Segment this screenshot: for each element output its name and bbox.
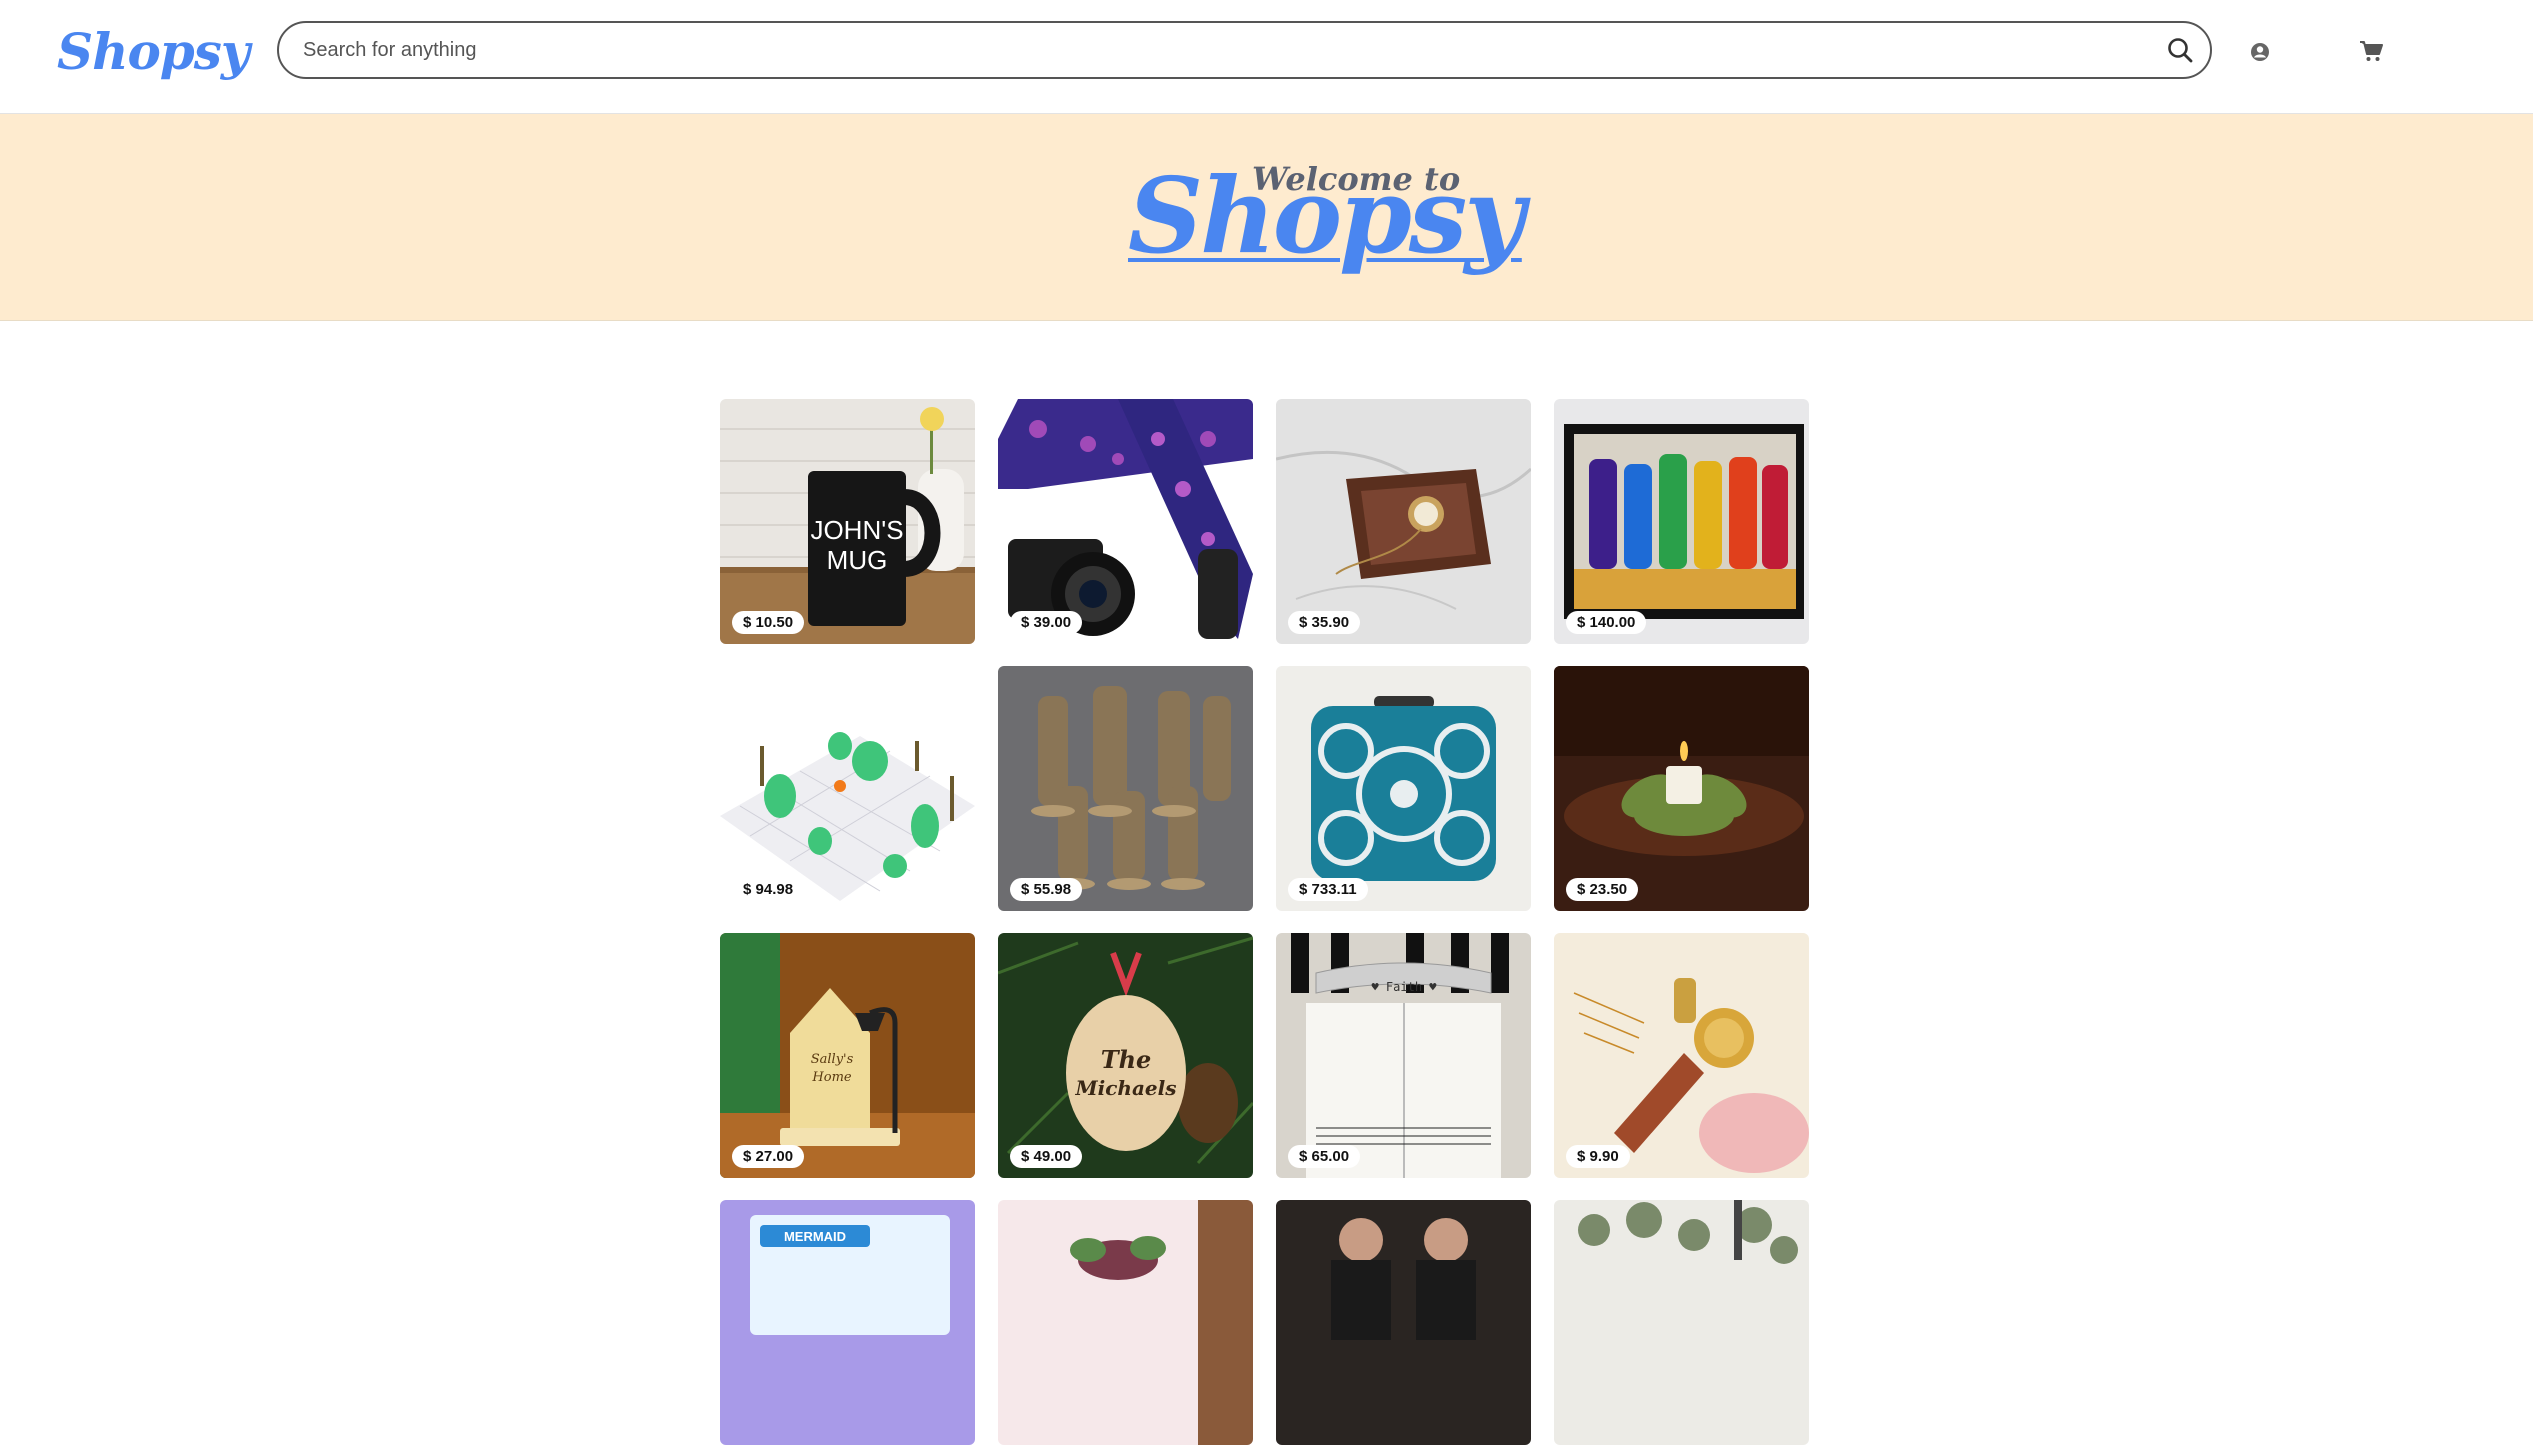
product-card[interactable]: $ 94.98: [720, 666, 975, 911]
product-card[interactable]: MERMAID: [720, 1200, 975, 1445]
product-card[interactable]: $ 35.90: [1276, 399, 1531, 644]
product-price: $ 35.90: [1288, 611, 1361, 634]
banner-brand-logo: Shopsy: [1128, 154, 1525, 277]
product-image-book-holder: ♥ Faith ♥: [1276, 933, 1531, 1178]
product-image-leather-tray: [1276, 399, 1531, 644]
svg-text:Home: Home: [811, 1070, 851, 1085]
product-image-house-lamp: Sally's Home: [720, 933, 975, 1178]
product-card[interactable]: $ 140.00: [1554, 399, 1809, 644]
product-price: $ 140.00: [1566, 611, 1647, 634]
product-price: $ 23.50: [1566, 878, 1639, 901]
product-grid: JOHN'S MUG $ 10.50 $ 39.00 $ 35.90 $ 140…: [720, 399, 1809, 1445]
product-price: $ 65.00: [1288, 1145, 1361, 1168]
product-card[interactable]: $ 39.00: [998, 399, 1253, 644]
svg-text:MUG: MUG: [827, 545, 888, 575]
svg-text:Michaels: Michaels: [1075, 1076, 1177, 1100]
product-image-miniature-terrain: [720, 666, 975, 911]
product-price: $ 94.98: [732, 878, 805, 901]
product-image-lotus-candle: [1554, 666, 1809, 911]
product-image-mermaid-box: MERMAID: [720, 1200, 975, 1445]
product-image-mug: JOHN'S MUG: [720, 399, 975, 644]
search-input[interactable]: [301, 29, 2105, 71]
product-card[interactable]: [1554, 1200, 1809, 1445]
product-price: $ 55.98: [1010, 878, 1083, 901]
product-image-samurai-miniatures: [998, 666, 1253, 911]
svg-text:Sally's: Sally's: [811, 1052, 854, 1067]
svg-text:The: The: [1101, 1045, 1152, 1074]
product-image-beaded-clutch: [1276, 666, 1531, 911]
svg-text:MERMAID: MERMAID: [784, 1229, 846, 1244]
product-card[interactable]: [998, 1200, 1253, 1445]
product-card[interactable]: JOHN'S MUG $ 10.50: [720, 399, 975, 644]
product-card[interactable]: ♥ Faith ♥ $ 65.00: [1276, 933, 1531, 1178]
product-price: $ 49.00: [1010, 1145, 1083, 1168]
product-image-portrait-photo: [1276, 1200, 1531, 1445]
product-card[interactable]: $ 9.90: [1554, 933, 1809, 1178]
product-image-camera-strap: [998, 399, 1253, 644]
product-price: $ 39.00: [1010, 611, 1083, 634]
product-image-wax-seal: [1554, 933, 1809, 1178]
product-price: $ 9.90: [1566, 1145, 1630, 1168]
search-bar: [277, 21, 2212, 79]
top-header: Shopsy: [0, 0, 2533, 114]
product-price: $ 10.50: [732, 611, 805, 634]
svg-text:JOHN'S: JOHN'S: [810, 515, 903, 545]
product-image-dried-flowers: [1554, 1200, 1809, 1445]
product-card[interactable]: $ 23.50: [1554, 666, 1809, 911]
product-card[interactable]: [1276, 1200, 1531, 1445]
search-icon[interactable]: [2166, 36, 2194, 64]
account-icon[interactable]: [2249, 41, 2271, 63]
product-image-succulent: [998, 1200, 1253, 1445]
product-card[interactable]: $ 55.98: [998, 666, 1253, 911]
product-price: $ 27.00: [732, 1145, 805, 1168]
welcome-banner: Welcome to Shopsy: [0, 114, 2533, 321]
product-card[interactable]: Sally's Home $ 27.00: [720, 933, 975, 1178]
product-image-wood-ornament: The Michaels: [998, 933, 1253, 1178]
site-logo[interactable]: Shopsy: [57, 22, 250, 81]
cart-icon[interactable]: [2358, 39, 2384, 63]
product-card[interactable]: The Michaels $ 49.00: [998, 933, 1253, 1178]
svg-text:♥ Faith ♥: ♥ Faith ♥: [1371, 980, 1437, 994]
product-price: $ 733.11: [1288, 878, 1368, 901]
product-image-stained-glass: [1554, 399, 1809, 644]
product-card[interactable]: $ 733.11: [1276, 666, 1531, 911]
